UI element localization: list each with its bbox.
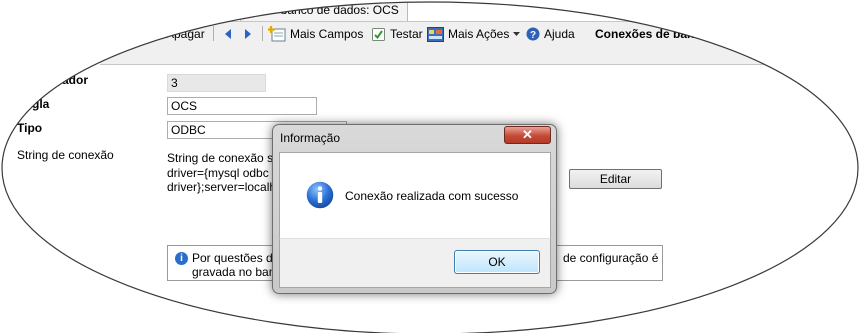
connection-string-line: driver={mysql odbc 5. — [167, 166, 283, 180]
help-icon: ? — [526, 27, 540, 41]
toolbar-separator — [213, 26, 214, 41]
svg-text:?: ? — [530, 30, 536, 41]
more-actions-button[interactable]: Mais Ações — [427, 25, 521, 43]
add-fields-icon — [268, 26, 286, 42]
sigla-input[interactable]: OCS — [167, 97, 317, 115]
section-title: Conexões de banco — [595, 25, 708, 43]
type-label: Tipo — [17, 121, 43, 135]
arrow-left-icon — [225, 29, 231, 39]
ok-button-label: OK — [488, 255, 506, 269]
close-icon: ✕ — [522, 127, 533, 142]
id-label: ador — [62, 73, 89, 87]
note-text-line2: gravada no banc — [192, 265, 282, 279]
note-text-left: Por questões de — [192, 251, 280, 265]
info-icon: i — [175, 252, 188, 265]
dialog-title: Informação — [280, 131, 341, 145]
help-button[interactable]: ? Ajuda — [526, 25, 575, 43]
test-button[interactable]: Testar — [371, 25, 423, 43]
tab-label: o de banco de dados: OCS — [254, 3, 399, 17]
delete-button[interactable]: Apagar — [166, 25, 205, 43]
tab-strip — [0, 0, 866, 22]
more-fields-button[interactable]: Mais Campos — [268, 25, 363, 43]
edit-button-label: Editar — [599, 172, 632, 186]
delete-label: Apagar — [166, 27, 205, 41]
note-text-right: de configuração é — [563, 251, 659, 265]
test-label: Testar — [390, 27, 423, 41]
previous-button[interactable] — [223, 25, 233, 43]
test-icon — [372, 27, 385, 41]
connection-string-textarea[interactable]: driver={mysql odbc 5. driver};server=loc… — [167, 166, 283, 206]
id-field: 3 — [167, 74, 266, 92]
sigla-label: gla — [32, 97, 50, 111]
connection-string-label: String de conexão — [17, 148, 114, 162]
edit-button[interactable]: Editar — [569, 169, 662, 189]
close-button[interactable]: ✕ — [504, 126, 551, 144]
more-actions-label: Mais Ações — [448, 27, 510, 41]
next-button[interactable] — [243, 25, 253, 43]
arrow-right-icon — [245, 29, 251, 39]
toolbar-separator — [262, 26, 263, 41]
help-label: Ajuda — [544, 27, 575, 41]
dialog-message: Conexão realizada com sucesso — [345, 189, 519, 203]
more-fields-label: Mais Campos — [290, 27, 364, 41]
connection-string-line: driver};server=localho — [167, 180, 283, 194]
ok-button[interactable]: OK — [454, 250, 540, 274]
section-title-label: Conexões de banco — [595, 27, 709, 41]
information-icon — [305, 180, 335, 210]
actions-icon — [427, 26, 444, 42]
dropdown-arrow-icon — [513, 31, 521, 36]
